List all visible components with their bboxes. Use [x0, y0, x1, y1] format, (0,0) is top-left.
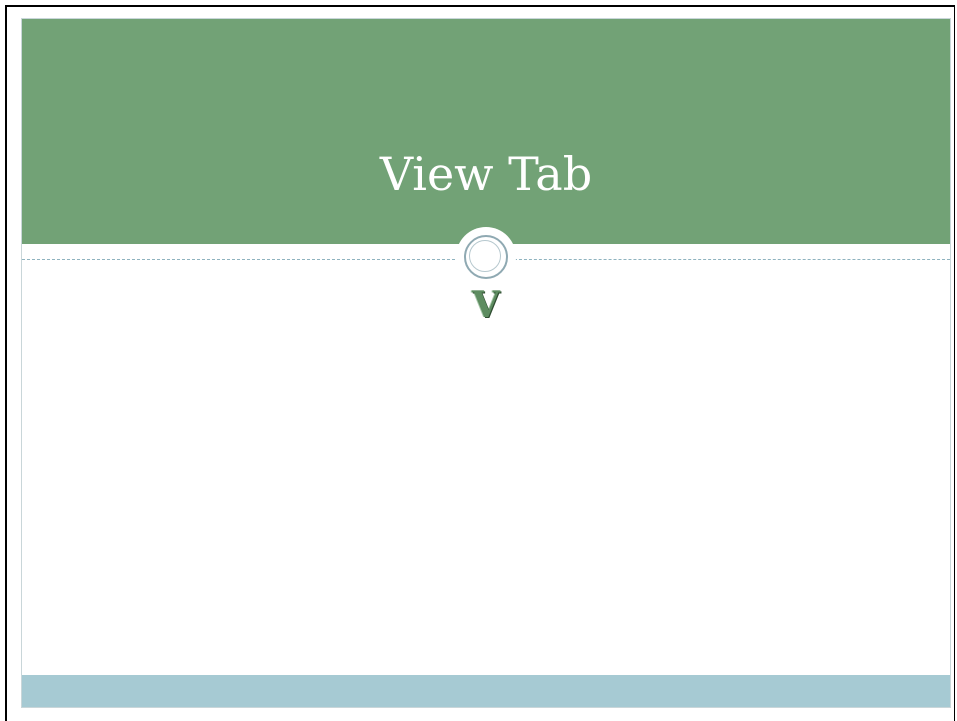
title-band: View Tab — [22, 19, 950, 244]
divider-right — [514, 259, 950, 260]
circle-ornament-ring — [464, 235, 508, 279]
circle-ornament-icon — [456, 227, 516, 287]
slide: View Tab V — [21, 18, 951, 708]
footer-band — [22, 675, 950, 707]
slide-title: View Tab — [379, 147, 593, 201]
section-letter: V — [472, 284, 500, 326]
divider-left — [22, 259, 460, 260]
